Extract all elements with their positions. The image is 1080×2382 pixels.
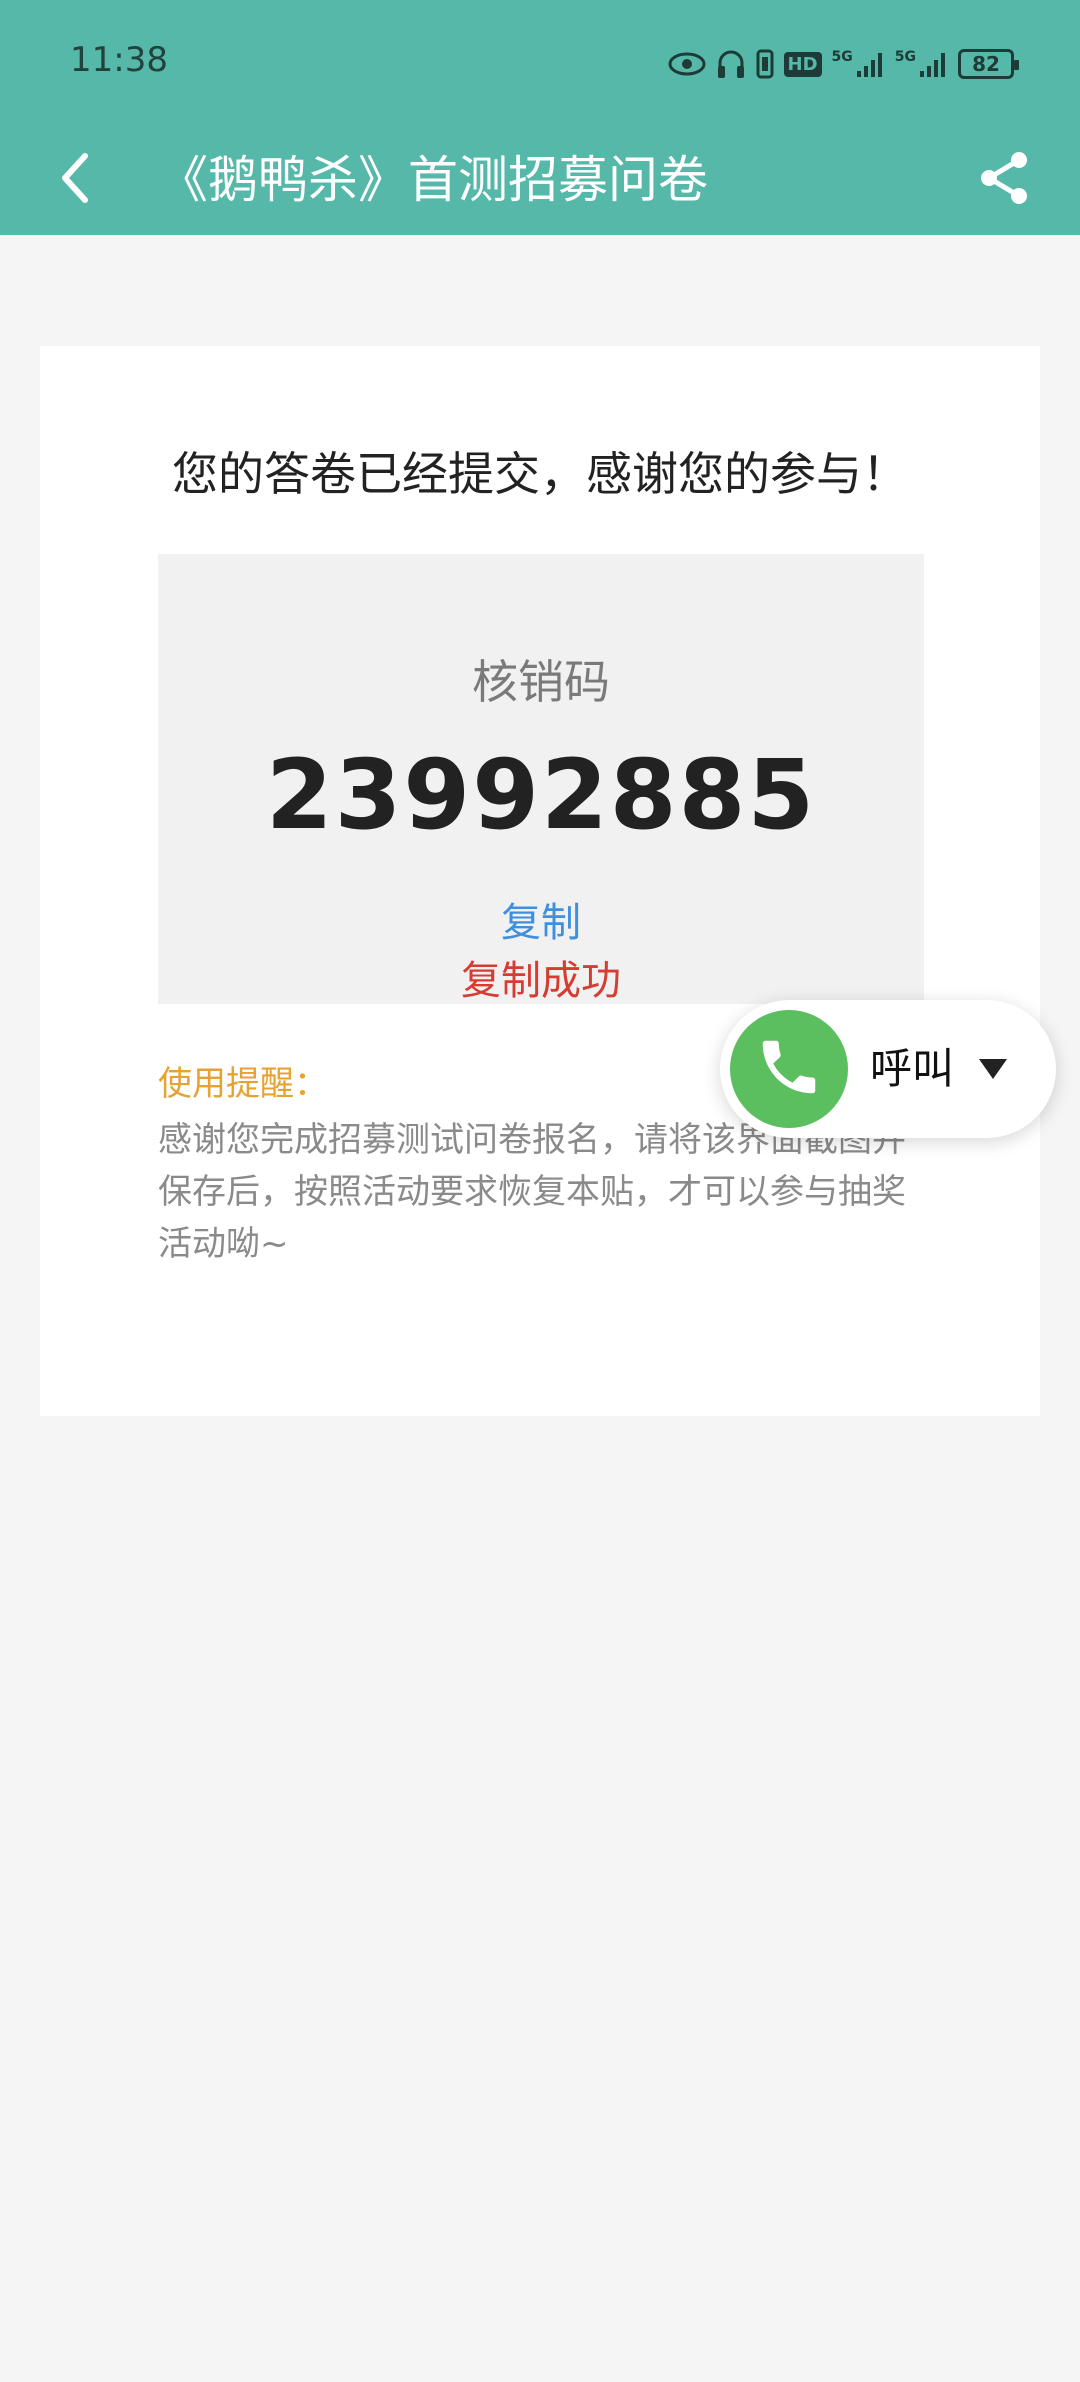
success-message: 您的答卷已经提交，感谢您的参与！ — [172, 447, 908, 501]
eye-icon — [668, 51, 706, 77]
copy-button[interactable]: 复制 — [158, 890, 924, 948]
signal-label-2: 5G — [894, 49, 916, 65]
headphones-icon — [716, 48, 746, 80]
result-card: 您的答卷已经提交，感谢您的参与！ 核销码 23992885 复制 复制成功 使用… — [40, 346, 1040, 1416]
copy-success-message: 复制成功 — [461, 958, 621, 1004]
caret-down-icon[interactable] — [976, 1056, 1010, 1086]
battery-indicator: 82 — [958, 49, 1019, 79]
page-title: 《鹅鸭杀》首测招募问卷 — [158, 151, 708, 209]
back-button[interactable] — [40, 145, 110, 215]
status-icons: HD 5G 5G 82 — [668, 44, 1019, 84]
hd-badge: HD — [783, 51, 822, 77]
code-label: 核销码 — [472, 655, 610, 709]
status-time: 11:38 — [70, 40, 168, 80]
verification-code-box: 核销码 23992885 复制 复制成功 — [158, 554, 924, 1004]
status-bar: 11:38 HD 5G 5G 82 — [0, 0, 1080, 125]
signal-label: 5G — [831, 49, 853, 65]
nav-bar: 《鹅鸭杀》首测招募问卷 — [0, 125, 1080, 235]
signal-icon-2: 5G — [895, 49, 948, 79]
tip-title: 使用提醒： — [158, 1064, 328, 1104]
call-circle — [730, 1010, 848, 1128]
call-button[interactable]: 呼叫 — [720, 1000, 1056, 1138]
verification-code: 23992885 — [265, 739, 817, 851]
phone-icon — [754, 1032, 824, 1106]
share-icon — [977, 150, 1033, 210]
vibrate-icon — [756, 49, 774, 79]
signal-icon: 5G — [832, 49, 885, 79]
share-button[interactable] — [970, 145, 1040, 215]
call-label: 呼叫 — [870, 1044, 955, 1093]
chevron-left-icon — [55, 150, 95, 210]
